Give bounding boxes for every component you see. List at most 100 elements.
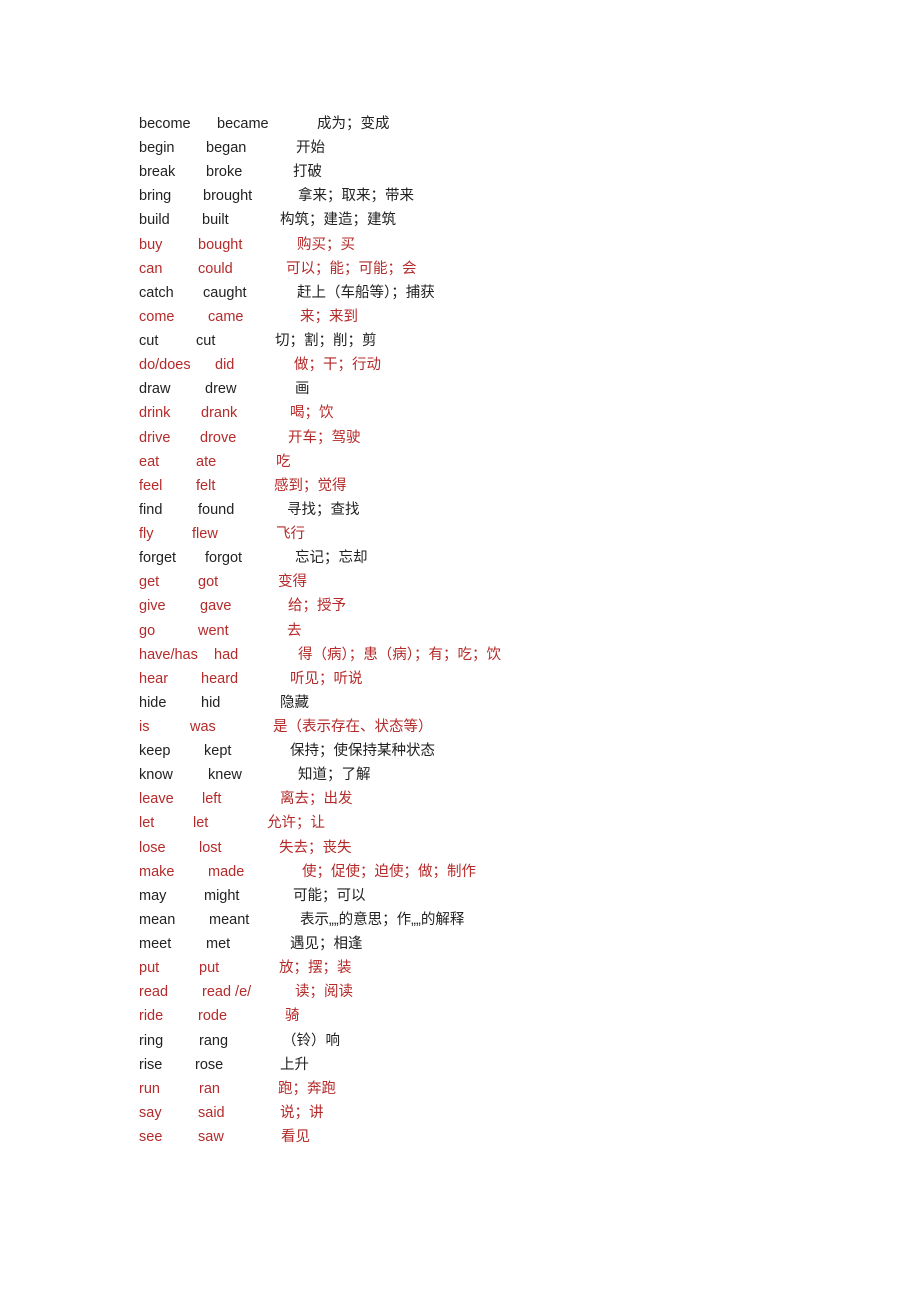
- verb-base-form: mean: [139, 911, 176, 928]
- verb-row: hide hid 隐藏: [0, 693, 920, 713]
- verb-base-form: keep: [139, 743, 171, 760]
- verb-past-form: caught: [203, 284, 247, 301]
- verb-row: cut cut 切；割；削；剪: [0, 331, 920, 351]
- verb-row: fly flew 飞行: [0, 524, 920, 544]
- verb-meaning: 是（表示存在、状态等）: [273, 719, 433, 735]
- verb-past-form: broke: [206, 164, 243, 181]
- verb-meaning: 跑；奔跑: [278, 1080, 336, 1097]
- verb-meaning: 吃: [276, 453, 291, 470]
- verb-row: see saw 看见: [0, 1127, 920, 1147]
- verb-base-form: draw: [139, 381, 171, 398]
- verb-meaning: 说；讲: [280, 1104, 324, 1121]
- verb-meaning: 遇见；相逢: [290, 936, 363, 953]
- verb-row: build built 构筑；建造；建筑: [0, 210, 920, 230]
- verb-past-form: meant: [209, 911, 250, 928]
- verb-row: become became 成为；变成: [0, 114, 920, 134]
- verb-past-form: lost: [199, 839, 222, 856]
- verb-meaning: 忘记；忘却: [295, 550, 368, 567]
- verb-base-form: build: [139, 212, 170, 229]
- verb-past-form: forgot: [205, 550, 243, 567]
- verb-meaning: 失去；丧失: [279, 839, 352, 856]
- verb-base-form: run: [139, 1080, 160, 1097]
- verb-base-form: see: [139, 1129, 163, 1146]
- verb-row: drive drove 开车；驾驶: [0, 428, 920, 448]
- verb-past-form: rang: [199, 1032, 229, 1049]
- verb-row: rise rose 上升: [0, 1055, 920, 1075]
- verb-base-form: is: [139, 719, 150, 735]
- verb-past-form: put: [199, 960, 220, 977]
- verb-row: break broke 打破: [0, 162, 920, 182]
- verb-base-form: make: [139, 863, 175, 880]
- verb-meaning: 听见；听说: [290, 670, 363, 687]
- verb-meaning: 做；干；行动: [294, 357, 381, 374]
- verb-past-form: became: [217, 116, 269, 132]
- verb-past-form: drew: [205, 381, 237, 398]
- verb-past-form: bought: [198, 236, 243, 253]
- verb-meaning: 赶上（车船等）；捕获: [297, 284, 435, 301]
- verb-past-form: did: [215, 357, 235, 374]
- verb-past-form: got: [198, 574, 219, 591]
- verb-meaning: 构筑；建造；建筑: [280, 212, 396, 229]
- verb-meaning: 上升: [280, 1056, 309, 1073]
- verb-meaning: 打破: [293, 164, 322, 181]
- verb-meaning: 隐藏: [280, 694, 309, 711]
- verb-meaning: 购买；买: [297, 236, 355, 253]
- verb-past-form: felt: [196, 477, 216, 494]
- verb-past-form: had: [214, 646, 239, 663]
- verb-past-form: flew: [192, 526, 218, 543]
- verb-past-form: brought: [203, 188, 253, 205]
- verb-base-form: ride: [139, 1008, 164, 1025]
- verb-row: make made 使；促使；迫使；做；制作: [0, 862, 920, 882]
- verb-meaning: 知道；了解: [298, 767, 371, 784]
- verb-base-form: become: [139, 116, 191, 132]
- verb-row: read read /e/读；阅读: [0, 982, 920, 1002]
- verb-meaning: 读；阅读: [295, 984, 353, 1001]
- verb-base-form: say: [139, 1104, 162, 1121]
- verb-row: keep kept 保持；使保持某种状态: [0, 741, 920, 761]
- verb-row: can could 可以；能；可能；会: [0, 259, 920, 279]
- verb-base-form: leave: [139, 791, 174, 808]
- verb-row: meet met 遇见；相逢: [0, 934, 920, 954]
- verb-meaning: 变得: [278, 574, 307, 591]
- verb-base-form: drink: [139, 405, 171, 422]
- verb-past-form: made: [208, 863, 245, 880]
- verb-past-form: heard: [201, 670, 239, 687]
- verb-row: bring brought 拿来；取来；带来: [0, 186, 920, 206]
- verb-past-form: began: [206, 140, 247, 157]
- verb-row: get got 变得: [0, 572, 920, 592]
- verb-row: ride rode 骑: [0, 1006, 920, 1026]
- verb-meaning: 给；授予: [288, 598, 346, 615]
- verb-past-form: hid: [201, 694, 221, 711]
- verb-base-form: eat: [139, 453, 160, 470]
- verb-past-form: saw: [198, 1129, 224, 1146]
- verb-meaning: 拿来；取来；带来: [298, 188, 414, 205]
- verb-row: may might 可能；可以: [0, 886, 920, 906]
- verb-base-form: have/has: [139, 646, 198, 663]
- verb-row: lose lost 失去；丧失: [0, 838, 920, 858]
- verb-base-form: cut: [139, 333, 159, 350]
- verb-base-form: do/does: [139, 357, 191, 374]
- verb-past-form: came: [208, 308, 244, 325]
- verb-row: ring rang （铃）响: [0, 1031, 920, 1051]
- verb-row: find found 寻找；查找: [0, 500, 920, 520]
- verb-past-form: gave: [200, 598, 232, 615]
- verb-past-form: let: [193, 815, 209, 832]
- verb-base-form: may: [139, 887, 167, 904]
- verb-base-form: break: [139, 164, 176, 181]
- verb-row: do/does did 做；干；行动: [0, 355, 920, 375]
- verb-meaning: （铃）响: [282, 1032, 340, 1049]
- verb-row: run ran 跑；奔跑: [0, 1079, 920, 1099]
- verb-past-form: knew: [208, 767, 242, 784]
- verb-past-form: drove: [200, 429, 237, 446]
- verb-base-form: rise: [139, 1056, 163, 1073]
- verb-meaning: 保持；使保持某种状态: [290, 743, 435, 760]
- verb-row: come came 来；来到: [0, 307, 920, 327]
- verb-meaning: 切；割；削；剪: [275, 333, 377, 350]
- verb-row: let let 允许；让: [0, 813, 920, 833]
- verb-meaning: 寻找；查找: [287, 501, 360, 518]
- verb-past-form: left: [202, 791, 222, 808]
- verb-base-form: find: [139, 501, 163, 518]
- verb-base-form: feel: [139, 477, 163, 494]
- verb-meaning: 来；来到: [300, 308, 358, 325]
- verb-base-form: begin: [139, 140, 175, 157]
